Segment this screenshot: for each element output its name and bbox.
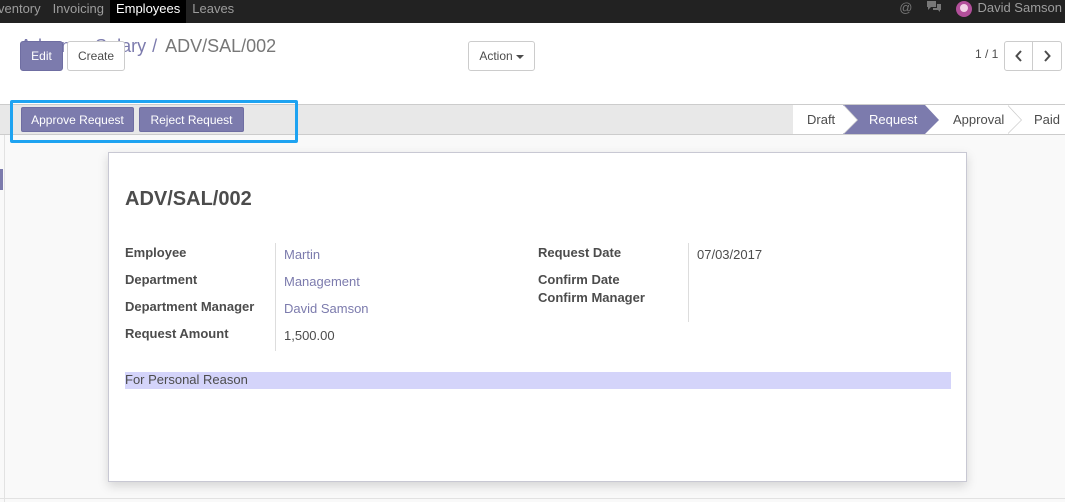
create-button[interactable]: Create bbox=[67, 41, 125, 71]
confirm-manager-label: Confirm Manager bbox=[538, 290, 645, 305]
left-group-divider bbox=[275, 243, 276, 351]
action-dropdown-button[interactable]: Action bbox=[468, 41, 535, 71]
at-icon[interactable]: @ bbox=[899, 0, 912, 15]
chevron-right-icon bbox=[1044, 50, 1051, 62]
left-edge-marker bbox=[0, 169, 3, 190]
department-manager-label: Department Manager bbox=[125, 299, 255, 314]
approve-request-button[interactable]: Approve Request bbox=[21, 107, 134, 132]
stage-draft[interactable]: Draft bbox=[793, 105, 858, 134]
pager-counter: 1 / 1 bbox=[975, 47, 999, 61]
menu-item-leaves[interactable]: Leaves bbox=[186, 0, 240, 23]
breadcrumb-current: ADV/SAL/002 bbox=[165, 36, 277, 56]
stage-draft-label: Draft bbox=[807, 112, 836, 127]
department-manager-value-link[interactable]: David Samson bbox=[284, 301, 369, 316]
stage-pipeline: Draft Request Approval Paid bbox=[793, 105, 1065, 134]
reason-text: For Personal Reason bbox=[125, 372, 951, 389]
request-date-value: 07/03/2017 bbox=[697, 247, 763, 262]
record-title: ADV/SAL/002 bbox=[125, 188, 252, 210]
user-area: @ David Samson bbox=[899, 0, 1065, 23]
stage-request-label: Request bbox=[869, 112, 918, 127]
avatar[interactable] bbox=[956, 1, 973, 17]
user-name[interactable]: David Samson bbox=[977, 0, 1062, 16]
employee-label: Employee bbox=[125, 245, 187, 260]
statusbar: Approve Request Reject Request Draft Req… bbox=[0, 105, 1065, 135]
department-value-link[interactable]: Management bbox=[284, 274, 360, 289]
breadcrumb-separator: / bbox=[152, 36, 158, 56]
chevron-left-icon bbox=[1014, 50, 1022, 62]
caret-down-icon bbox=[515, 54, 524, 59]
top-navbar: ventory Invoicing Employees Leaves @ Dav… bbox=[0, 0, 1065, 23]
department-label: Department bbox=[125, 272, 198, 287]
right-group-divider bbox=[688, 243, 689, 322]
action-label: Action bbox=[479, 49, 513, 63]
left-divider bbox=[4, 135, 5, 502]
bottom-divider bbox=[0, 498, 1065, 499]
request-amount-value: 1,500.00 bbox=[284, 328, 335, 343]
stage-approval-label: Approval bbox=[953, 112, 1005, 127]
menu-item-invoicing[interactable]: Invoicing bbox=[47, 0, 110, 23]
stage-paid-label: Paid bbox=[1034, 112, 1061, 127]
reject-request-button[interactable]: Reject Request bbox=[139, 107, 244, 132]
app-menu: ventory Invoicing Employees Leaves bbox=[0, 0, 240, 23]
request-date-label: Request Date bbox=[538, 245, 622, 260]
chat-icon[interactable] bbox=[926, 0, 942, 16]
confirm-date-label: Confirm Date bbox=[538, 272, 620, 287]
pager-previous-button[interactable] bbox=[1004, 41, 1033, 71]
request-amount-label: Request Amount bbox=[125, 326, 229, 341]
pager-next-button[interactable] bbox=[1032, 41, 1062, 71]
menu-item-employees[interactable]: Employees bbox=[109, 0, 187, 23]
menu-item-inventory[interactable]: ventory bbox=[0, 0, 47, 23]
employee-value-link[interactable]: Martin bbox=[284, 247, 320, 262]
edit-button[interactable]: Edit bbox=[20, 41, 63, 71]
form-sheet: ADV/SAL/002 Employee Martin Department M… bbox=[108, 152, 967, 482]
